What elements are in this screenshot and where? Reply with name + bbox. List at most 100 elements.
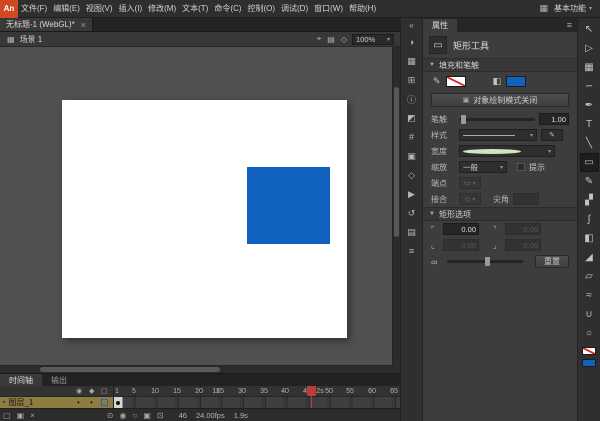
pencil-tool[interactable]: ✎ [580,172,599,191]
reset-button[interactable]: 重置 [535,255,569,268]
color-panel-icon[interactable]: ◑ [404,34,420,50]
timeline-ruler[interactable]: 1 5 10 15 20 25 30 35 40 45 50 55 60 65 … [114,386,400,397]
menu-item-text[interactable]: 文本(T) [179,0,211,18]
edit-multiple-frames-icon[interactable]: ▣ [140,411,154,420]
stroke-hinting-checkbox[interactable] [517,163,525,171]
horizontal-scrollbar-thumb[interactable] [40,367,220,372]
toolbar-stroke-color-swatch[interactable] [582,347,596,355]
text-tool[interactable]: T [580,115,599,134]
menu-item-debug[interactable]: 调试(D) [278,0,311,18]
new-layer-icon[interactable]: ▢ [0,411,14,420]
selection-tool[interactable]: ↖ [580,20,599,39]
fill-color-swatch[interactable] [506,76,526,87]
free-transform-tool[interactable]: ▦ [580,58,599,77]
edit-symbol-icon[interactable]: ◇ [340,35,348,44]
menu-item-modify[interactable]: 修改(M) [145,0,179,18]
actions-panel-icon[interactable]: ▶ [404,186,420,202]
workspace-switcher[interactable]: 基本功能 ▾ [552,3,600,14]
brush-tool[interactable]: ▞ [580,191,599,210]
frame-rate-value[interactable]: 24.00fps [196,411,225,420]
stroke-size-slider-thumb[interactable] [461,115,466,124]
join-select[interactable]: ◇ ▾ [459,193,481,205]
menu-item-view[interactable]: 视图(V) [83,0,116,18]
width-profile-select[interactable]: ▾ [459,145,555,157]
onion-skin-outline-icon[interactable]: ○ [129,411,140,420]
library-panel-icon[interactable]: ▤ [404,224,420,240]
keyframe-frame-1[interactable] [114,397,123,408]
stroke-style-select[interactable]: ▾ [459,129,537,141]
subselection-tool[interactable]: ▷ [580,39,599,58]
zoom-tool[interactable]: ○ [580,324,599,343]
menu-item-edit[interactable]: 编辑(E) [50,0,83,18]
components-panel-icon[interactable]: ▣ [404,148,420,164]
scale-select[interactable]: 一般 ▾ [459,161,507,173]
horizontal-scrollbar[interactable] [0,365,392,373]
document-tab[interactable]: 无标题-1 (WebGL)* × [0,18,93,31]
motion-presets-panel-icon[interactable]: ◇ [404,167,420,183]
app-logo[interactable]: An [0,0,18,18]
edit-scene-icon[interactable]: ▤ [326,35,336,44]
outline-icon[interactable]: ▢ [101,387,108,396]
workspace-grid-icon[interactable]: ▦ [535,3,552,14]
stroke-color-swatch[interactable] [446,76,466,87]
miter-value[interactable] [513,193,539,205]
object-drawing-mode-button[interactable]: ▣ 对象绘制模式关闭 [431,93,569,107]
paint-bucket-tool[interactable]: ◧ [580,229,599,248]
new-folder-icon[interactable]: ▣ [14,411,28,420]
vertical-scrollbar-thumb[interactable] [394,87,399,237]
rectangle-tool[interactable]: ▭ [580,153,599,172]
history-panel-icon[interactable]: ↺ [404,205,420,221]
corner-radius-slider-thumb[interactable] [485,257,490,266]
cap-select[interactable]: ▭ ▾ [459,177,481,189]
pen-tool[interactable]: ✒ [580,96,599,115]
menu-item-file[interactable]: 文件(F) [18,0,50,18]
corner-radius-slider[interactable] [447,260,523,263]
bone-tool[interactable]: ∫ [580,210,599,229]
layer-visibility-dot[interactable]: • [77,397,80,408]
lock-icon[interactable]: ◆ [89,387,94,396]
zoom-select[interactable]: 100% ▾ [352,34,394,45]
eyedropper-tool[interactable]: ◢ [580,248,599,267]
stage-pasteboard[interactable] [0,47,400,373]
menu-item-window[interactable]: 窗口(W) [311,0,346,18]
align-panel-icon[interactable]: ⊞ [404,72,420,88]
playhead[interactable] [307,386,316,396]
section-fill-stroke[interactable]: ▼ 填充和笔触 [423,58,577,72]
onion-skin-icon[interactable]: ◉ [117,411,130,420]
stroke-size-value[interactable]: 1.00 [539,113,569,125]
lock-corner-radius-icon[interactable]: ∞ [431,257,443,267]
scene-breadcrumb[interactable]: 场景 1 [20,34,43,45]
lasso-tool[interactable]: ∽ [580,77,599,96]
layer-row[interactable]: ▪ 图层_1 • • [0,397,113,408]
expand-panels-icon[interactable]: « [409,20,413,31]
stroke-size-slider[interactable] [459,118,535,121]
modify-markers-icon[interactable]: ⊡ [154,411,167,420]
panel-menu-icon[interactable]: ≡ [562,18,577,32]
eye-icon[interactable]: ◉ [76,387,82,396]
vertical-scrollbar[interactable] [392,47,400,365]
corner-radius-top-right[interactable]: 0.00 [505,223,541,235]
corner-radius-top-left[interactable]: 0.00 [443,223,479,235]
corner-radius-bottom-right[interactable]: 0.00 [505,239,541,251]
info-panel-icon[interactable]: ⓘ [404,91,420,107]
menu-item-control[interactable]: 控制(O) [244,0,278,18]
eraser-tool[interactable]: ▱ [580,267,599,286]
corner-radius-bottom-left[interactable]: 0.00 [443,239,479,251]
menu-item-help[interactable]: 帮助(H) [346,0,379,18]
toolbar-fill-color-swatch[interactable] [582,359,596,367]
layer-lock-dot[interactable]: • [90,397,93,408]
tab-timeline[interactable]: 时间轴 [0,374,42,386]
menu-item-insert[interactable]: 插入(I) [116,0,146,18]
section-rectangle-options[interactable]: ▼ 矩形选项 [423,207,577,221]
output-panel-icon[interactable]: ≡ [404,243,420,259]
timeline-frames[interactable]: 1 5 10 15 20 25 30 35 40 45 50 55 60 65 … [114,386,400,408]
transform-panel-icon[interactable]: ◩ [404,110,420,126]
delete-layer-icon[interactable]: × [27,411,38,420]
line-tool[interactable]: ╲ [580,134,599,153]
tab-properties[interactable]: 属性 [423,19,457,32]
menu-item-commands[interactable]: 命令(C) [211,0,244,18]
edit-stroke-style-button[interactable]: ✎ [541,129,563,141]
center-frame-icon[interactable]: ⌖ [316,34,323,44]
code-snippets-panel-icon[interactable]: # [404,129,420,145]
drawn-rectangle[interactable] [247,167,330,244]
